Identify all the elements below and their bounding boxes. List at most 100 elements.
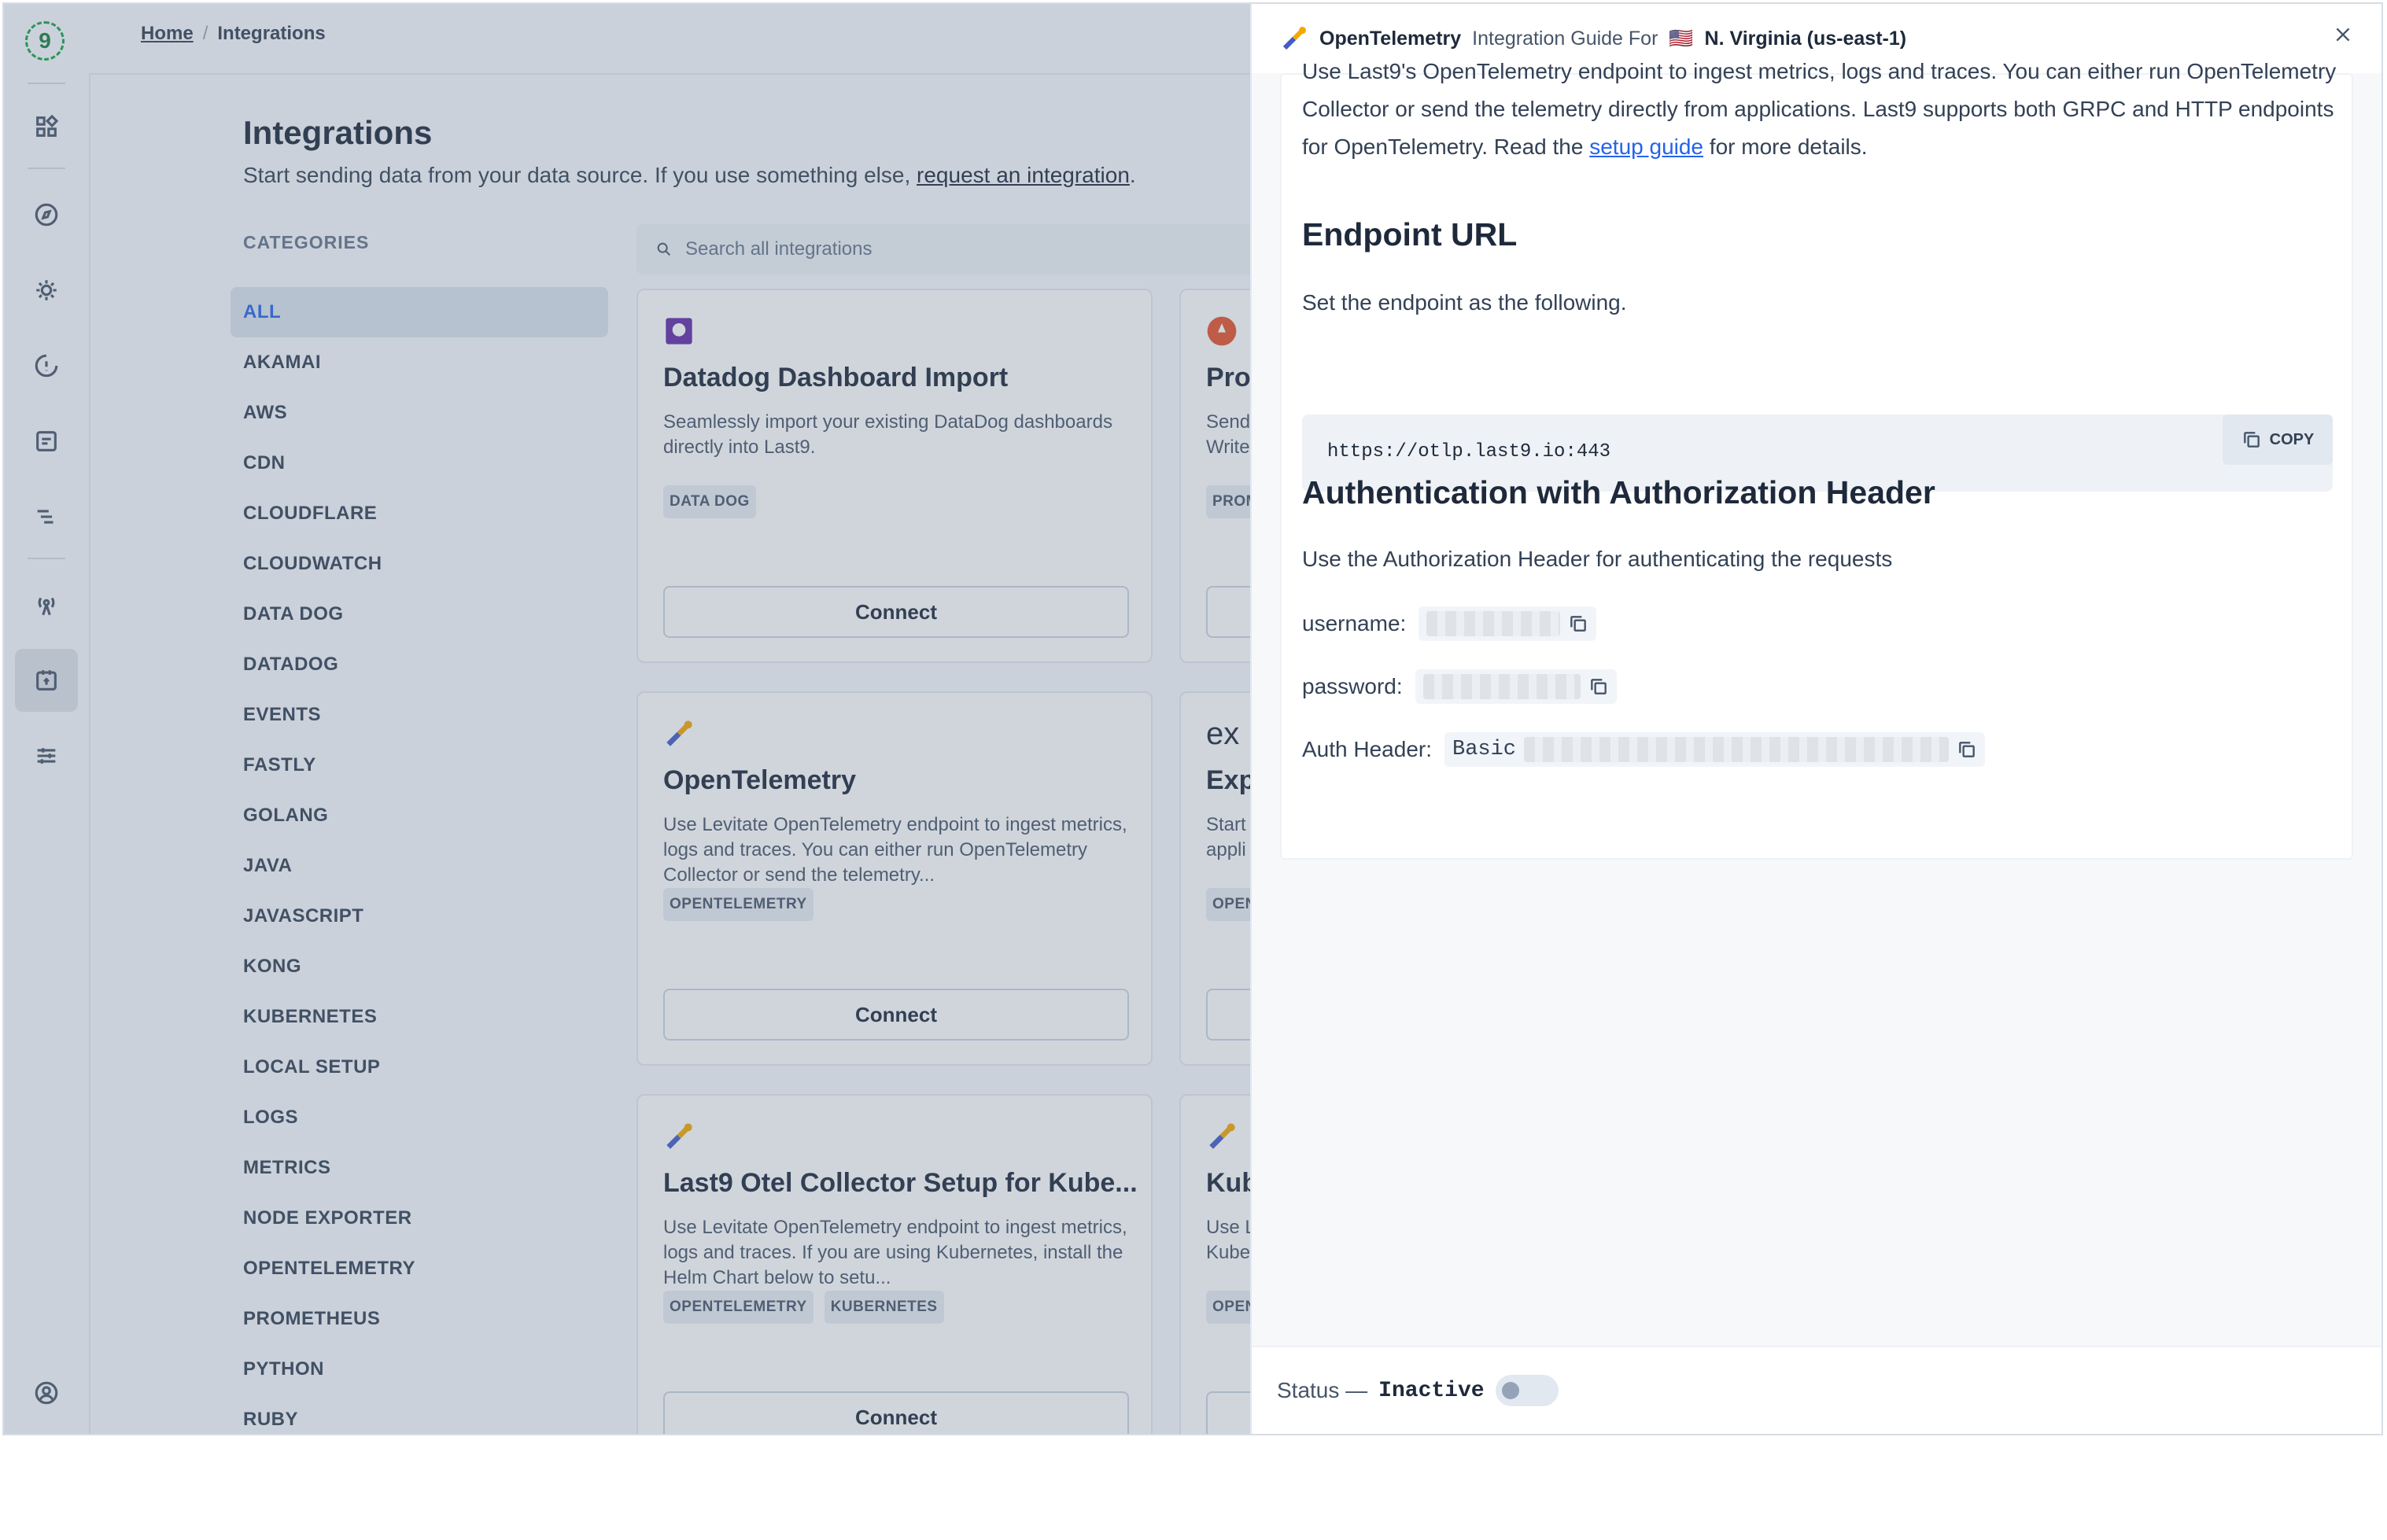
intro-paragraph: Use Last9's OpenTelemetry endpoint to in… — [1302, 53, 2348, 166]
password-field[interactable] — [1415, 669, 1617, 704]
card-description: Use Levitate OpenTelemetry endpoint to i… — [663, 1217, 1127, 1288]
password-value-redacted — [1422, 674, 1581, 699]
breadcrumb-home-link[interactable]: Home — [141, 23, 194, 45]
page-subtitle: Start sending data from your data source… — [243, 163, 1136, 188]
auth-header-label: Auth Header: — [1302, 737, 1432, 761]
status-toggle[interactable] — [1495, 1375, 1559, 1406]
us-flag-icon: 🇺🇸 — [1669, 27, 1694, 50]
card-tags: OPENTELEMETRY KUBERNETES — [663, 1291, 944, 1324]
card-description: Use Levitate OpenTelemetry endpoint to i… — [663, 814, 1127, 886]
rail-divider — [28, 558, 65, 559]
page-title: Integrations — [243, 114, 433, 151]
last9-logo[interactable]: 9 — [25, 21, 65, 61]
category-item[interactable]: PROMETHEUS — [231, 1294, 608, 1344]
category-item[interactable]: KUBERNETES — [231, 992, 608, 1042]
category-item[interactable]: LOGS — [231, 1092, 608, 1143]
category-item[interactable]: AWS — [231, 388, 608, 438]
username-field[interactable] — [1419, 606, 1597, 641]
connect-button[interactable]: Connect — [663, 1391, 1129, 1434]
category-item[interactable]: CDN — [231, 438, 608, 488]
username-value-redacted — [1426, 611, 1561, 636]
explore-compass-icon[interactable] — [15, 183, 78, 246]
dashboards-icon[interactable] — [15, 95, 78, 158]
endpoint-heading: Endpoint URL — [1302, 216, 1518, 252]
copy-icon[interactable] — [1957, 739, 1977, 760]
subtitle-suffix: . — [1129, 163, 1136, 187]
status-label: Status — — [1277, 1378, 1368, 1402]
opentelemetry-logo-icon — [666, 1123, 692, 1149]
copy-button[interactable]: COPY — [2223, 414, 2333, 465]
card-tag[interactable]: OPENTELEMETRY — [663, 1291, 813, 1324]
category-item[interactable]: DATA DOG — [231, 589, 608, 639]
search-icon — [657, 242, 671, 256]
username-label: username: — [1302, 611, 1407, 636]
category-item[interactable]: LOCAL SETUP — [231, 1042, 608, 1092]
auth-header-field[interactable]: Basic — [1444, 732, 1986, 767]
copy-icon[interactable] — [1568, 613, 1588, 634]
rail-divider — [28, 168, 65, 169]
close-icon[interactable] — [2333, 24, 2353, 45]
toggle-knob — [1501, 1382, 1519, 1399]
auth-heading: Authentication with Authorization Header — [1302, 474, 1935, 510]
card-tags: DATA DOG — [663, 485, 756, 518]
category-item[interactable]: CLOUDFLARE — [231, 488, 608, 539]
settings-sliders-icon[interactable] — [15, 724, 78, 787]
logs-icon[interactable] — [15, 410, 78, 473]
copy-icon — [2243, 432, 2260, 448]
integration-card-otel-k8s[interactable]: Last9 Otel Collector Setup for Kube... U… — [636, 1094, 1153, 1434]
request-integration-link[interactable]: request an integration — [917, 163, 1130, 187]
category-item[interactable]: EVENTS — [231, 690, 608, 740]
drawer-integration-name: OpenTelemetry — [1319, 27, 1462, 50]
category-item[interactable]: NODE EXPORTER — [231, 1193, 608, 1243]
category-item[interactable]: KONG — [231, 941, 608, 992]
intro-suffix: for more details. — [1703, 134, 1868, 159]
password-row: password: — [1302, 669, 1617, 704]
drawer-footer: Status — Inactive — [1252, 1346, 2381, 1434]
endpoint-url[interactable]: https://otlp.last9.io:443 — [1327, 441, 1610, 462]
card-tag[interactable]: OPENTELEMETRY — [663, 888, 813, 921]
alerts-gear-icon[interactable] — [15, 259, 78, 322]
endpoint-description: Set the endpoint as the following. — [1302, 290, 1627, 315]
drawer-guide-label: Integration Guide For — [1472, 27, 1658, 50]
setup-guide-link[interactable]: setup guide — [1589, 134, 1703, 159]
search-box[interactable]: Search all integrations — [636, 224, 1345, 274]
category-item[interactable]: GOLANG — [231, 790, 608, 841]
opentelemetry-logo-icon — [666, 720, 692, 746]
integration-guide-drawer: OpenTelemetry Integration Guide For 🇺🇸 N… — [1250, 4, 2381, 1434]
category-item[interactable]: ALL — [231, 287, 608, 337]
card-tag[interactable]: DATA DOG — [663, 485, 756, 518]
integrations-icon[interactable] — [15, 649, 78, 712]
category-item[interactable]: METRICS — [231, 1143, 608, 1193]
drawer-region: N. Virginia (us-east-1) — [1704, 27, 1907, 50]
auth-header-prefix: Basic — [1452, 738, 1517, 761]
category-item[interactable]: JAVA — [231, 841, 608, 891]
card-title: Exp — [1206, 765, 1256, 795]
connect-button[interactable]: Connect — [663, 586, 1129, 638]
category-item[interactable]: FASTLY — [231, 740, 608, 790]
card-tag[interactable]: KUBERNETES — [824, 1291, 944, 1324]
password-label: password: — [1302, 674, 1403, 698]
category-item[interactable]: DATADOG — [231, 639, 608, 690]
integration-card-datadog[interactable]: Datadog Dashboard Import Seamlessly impo… — [636, 289, 1153, 663]
category-item[interactable]: PYTHON — [231, 1344, 608, 1394]
copy-icon[interactable] — [1588, 676, 1609, 697]
breadcrumb-separator: / — [202, 23, 208, 44]
connect-button[interactable]: Connect — [663, 989, 1129, 1041]
category-item[interactable]: CLOUDWATCH — [231, 539, 608, 589]
health-icon[interactable] — [15, 334, 78, 397]
user-profile-icon[interactable] — [15, 1361, 78, 1424]
category-item[interactable]: JAVASCRIPT — [231, 891, 608, 941]
breadcrumb: Home / Integrations — [141, 23, 326, 45]
search-input[interactable]: Search all integrations — [685, 238, 872, 260]
copy-button-label: COPY — [2269, 430, 2315, 448]
auth-header-row: Auth Header: Basic — [1302, 732, 1986, 767]
integration-card-opentelemetry[interactable]: OpenTelemetry Use Levitate OpenTelemetry… — [636, 691, 1153, 1066]
category-item[interactable]: OPENTELEMETRY — [231, 1243, 608, 1294]
broadcast-icon[interactable] — [15, 573, 78, 636]
datadog-logo-icon — [666, 318, 692, 344]
category-item[interactable]: RUBY — [231, 1394, 608, 1434]
auth-description: Use the Authorization Header for authent… — [1302, 547, 1893, 571]
category-item[interactable]: AKAMAI — [231, 337, 608, 388]
traces-icon[interactable] — [15, 485, 78, 548]
breadcrumb-current: Integrations — [217, 23, 326, 44]
